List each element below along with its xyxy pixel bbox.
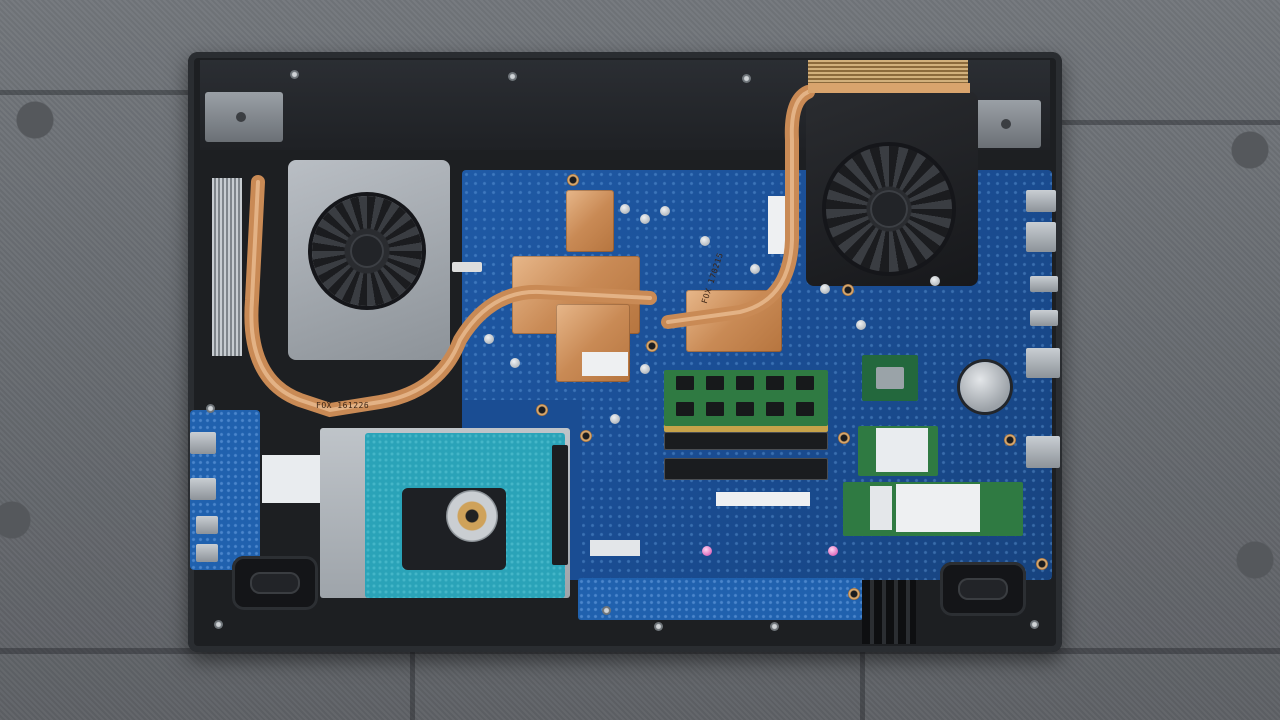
capacitor <box>660 206 670 216</box>
case-screw <box>654 622 663 631</box>
capacitor <box>510 358 520 368</box>
sata-connector <box>552 445 568 565</box>
pink-capacitor <box>828 546 838 556</box>
case-screw <box>770 622 779 631</box>
capacitor <box>750 264 760 274</box>
ram-chip <box>766 402 784 416</box>
ram-chip <box>676 376 694 390</box>
board-serial-label <box>716 492 810 506</box>
pink-capacitor <box>702 546 712 556</box>
standoff-screw <box>646 340 658 352</box>
standoff-screw <box>580 430 592 442</box>
capacitor <box>610 414 620 424</box>
right-speaker <box>940 562 1026 616</box>
capacitor <box>856 320 866 330</box>
io-ribbon-cable <box>262 455 320 503</box>
case-screw <box>290 70 299 79</box>
right-heat-pipe <box>661 85 815 329</box>
capacitor <box>930 276 940 286</box>
case-screw <box>508 72 517 81</box>
ram-chip <box>706 402 724 416</box>
standoff-screw <box>838 432 850 444</box>
standoff-screw <box>1036 558 1048 570</box>
ram-chip <box>796 376 814 390</box>
heat-pipes <box>244 83 970 418</box>
capacitor <box>640 214 650 224</box>
capacitor <box>640 364 650 374</box>
case-screw <box>602 606 611 615</box>
chipset <box>862 355 918 401</box>
left-heat-pipe-highlight <box>249 180 652 413</box>
capacitor <box>700 236 710 246</box>
ram-slot-lower <box>664 458 828 480</box>
case-screw <box>1030 620 1039 629</box>
standoff-screw <box>848 588 860 600</box>
heatpipe-left-label: FOX 161226 <box>316 401 370 410</box>
case-screw <box>214 620 223 629</box>
standoff-screw <box>842 284 854 296</box>
cmos-battery <box>960 362 1010 412</box>
standoff-screw <box>536 404 548 416</box>
capacitor <box>820 284 830 294</box>
ssd-label <box>896 484 980 532</box>
ram-chip <box>706 376 724 390</box>
case-screw <box>206 404 215 413</box>
wifi-card-label <box>876 428 928 472</box>
capacitor <box>620 204 630 214</box>
bottom-vents <box>862 580 916 644</box>
ram-chip <box>766 376 784 390</box>
case-screw <box>742 74 751 83</box>
m2-slot-connector <box>590 540 640 556</box>
ram-chip <box>736 376 754 390</box>
left-speaker <box>232 556 318 610</box>
ram-chip <box>796 402 814 416</box>
capacitor <box>484 334 494 344</box>
standoff-screw <box>567 174 579 186</box>
ram-chip <box>736 402 754 416</box>
ssd-side-label <box>870 486 892 530</box>
hdd-spindle-motor <box>446 490 498 542</box>
standoff-screw <box>1004 434 1016 446</box>
ram-slot-upper <box>664 432 828 450</box>
ram-chip <box>676 402 694 416</box>
